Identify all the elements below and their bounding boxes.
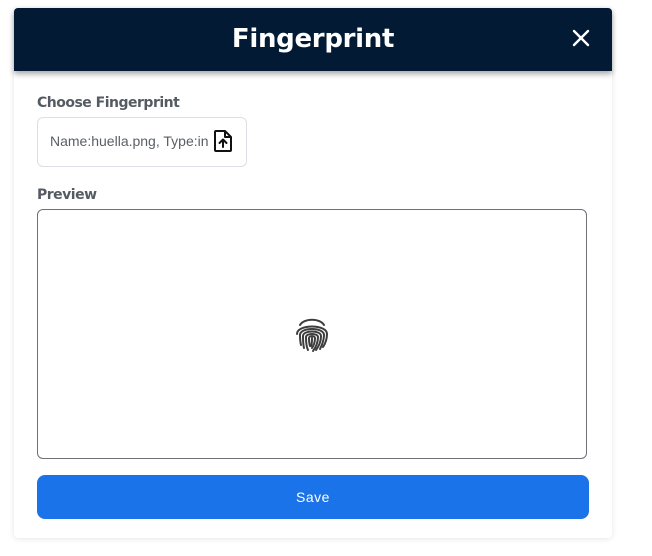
file-input-value: Name:huella.png, Type:in (50, 133, 209, 149)
fingerprint-modal: Fingerprint Choose Fingerprint Name:huel… (14, 8, 612, 538)
preview-area (37, 209, 587, 459)
close-icon (572, 29, 590, 47)
close-button[interactable] (570, 27, 592, 49)
file-upload-icon[interactable] (213, 130, 233, 152)
preview-label: Preview (37, 187, 97, 203)
save-button[interactable]: Save (37, 475, 589, 519)
fingerprint-file-input[interactable]: Name:huella.png, Type:in (37, 117, 247, 167)
choose-fingerprint-label: Choose Fingerprint (37, 95, 180, 111)
fingerprint-icon (296, 318, 329, 352)
modal-title: Fingerprint (231, 24, 395, 54)
modal-header: Fingerprint (14, 8, 612, 71)
